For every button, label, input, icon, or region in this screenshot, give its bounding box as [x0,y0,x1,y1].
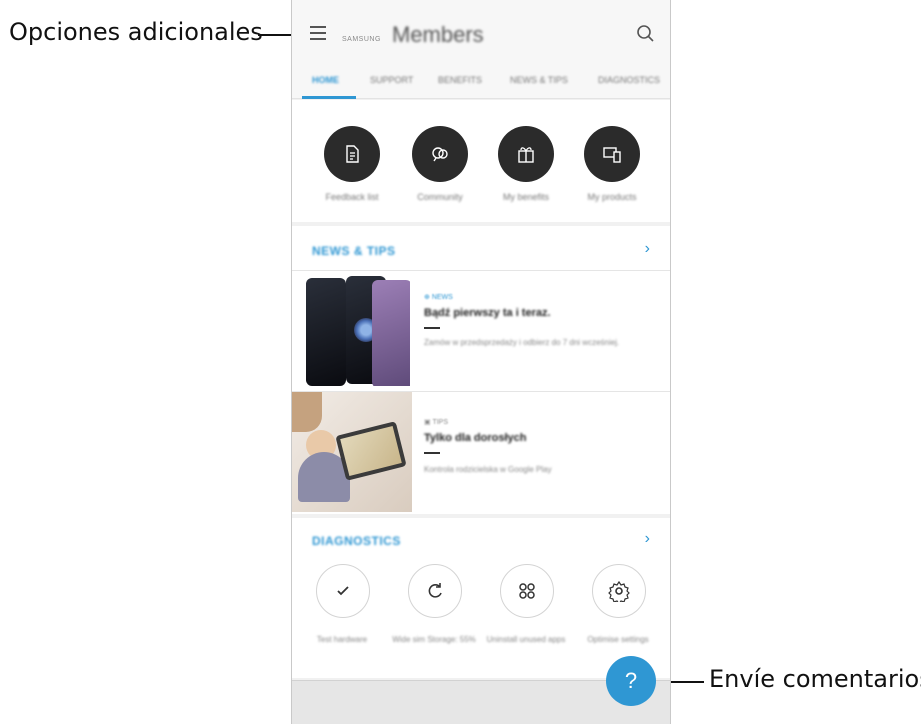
tab-bar: HOME SUPPORT BENEFITS NEWS & TIPS DIAGNO… [292,66,670,99]
devices-icon [603,147,621,163]
more-options-callout: Opciones adicionales [9,18,263,46]
check-icon [337,586,349,596]
storage-button[interactable] [408,564,462,618]
send-feedback-callout: Envíe comentarios [709,665,921,693]
news-thumbnail-kids-tablet [292,392,412,512]
my-benefits-label: My benefits [502,192,550,202]
send-feedback-button[interactable]: ? [606,656,656,706]
headline-underline [424,452,440,454]
news-meta: ⊕ NEWS [424,294,453,301]
diagnostics-chevron-icon[interactable]: › [645,530,650,548]
news-tips-title: NEWS & TIPS [312,244,396,258]
headline-underline [424,327,440,329]
community-button[interactable] [412,126,468,182]
community-icon [432,147,448,162]
my-products-button[interactable] [584,126,640,182]
tab-diagnostics[interactable]: DIAGNOSTICS [598,75,660,85]
settings-icon [608,580,630,602]
phone-screen: SAMSUNG Members HOME SUPPORT BENEFITS NE… [291,0,671,724]
news-item[interactable]: ⊕ NEWS Bądź pierwszy ta i teraz. Zamów w… [292,271,670,391]
apps-icon [519,583,535,599]
my-benefits-button[interactable] [498,126,554,182]
test-hardware-button[interactable] [316,564,370,618]
app-title: Members [392,22,484,47]
quick-actions-card: Feedback list Community My benefits My p… [292,100,670,222]
news-tips-card: NEWS & TIPS › ⊕ NEWS Bądź pierwszy ta i … [292,226,670,514]
news-headline: Bądź pierwszy ta i teraz. [424,307,551,319]
feedback-list-label: Feedback list [325,192,379,202]
app-bar: SAMSUNG Members [292,0,670,66]
refresh-icon [428,583,442,598]
gift-icon [518,147,534,163]
document-icon [346,145,359,163]
community-label: Community [417,192,463,202]
help-icon: ? [624,668,638,693]
news-headline: Tylko dla dorosłych [424,432,527,444]
tab-benefits[interactable]: BENEFITS [438,75,482,85]
storage-label: Wide sim Storage: 55% [392,635,476,644]
menu-icon[interactable] [310,26,326,40]
test-hardware-label: Test hardware [316,635,368,644]
optimise-settings-label: Optimise settings [587,635,649,644]
news-description: Zamów w przedsprzedaży i odbierz do 7 dn… [424,338,620,347]
tab-support[interactable]: SUPPORT [370,75,413,85]
active-tab-indicator [302,96,356,99]
tab-home[interactable]: HOME [312,75,339,85]
tip-icon: ▣ [424,419,431,426]
app-brand: SAMSUNG [342,36,381,43]
globe-icon: ⊕ [424,294,430,301]
optimise-settings-button[interactable] [592,564,646,618]
news-tips-chevron-icon[interactable]: › [645,240,650,258]
search-icon[interactable] [636,24,656,44]
news-meta: ▣ TIPS [424,419,449,426]
news-description: Kontrola rodzicielska w Google Play [424,465,552,474]
uninstall-apps-label: Uninstall unused apps [486,635,566,644]
diagnostics-title: DIAGNOSTICS [312,534,401,548]
feedback-list-button[interactable] [324,126,380,182]
diagnostics-card: DIAGNOSTICS › Test hardware Wide sim Sto… [292,518,670,678]
news-item[interactable]: ▣ TIPS Tylko dla dorosłych Kontrola rodz… [292,392,670,512]
tab-news-tips[interactable]: NEWS & TIPS [510,75,568,85]
uninstall-apps-button[interactable] [500,564,554,618]
my-products-label: My products [587,192,637,202]
news-thumbnail-phones [302,276,410,386]
